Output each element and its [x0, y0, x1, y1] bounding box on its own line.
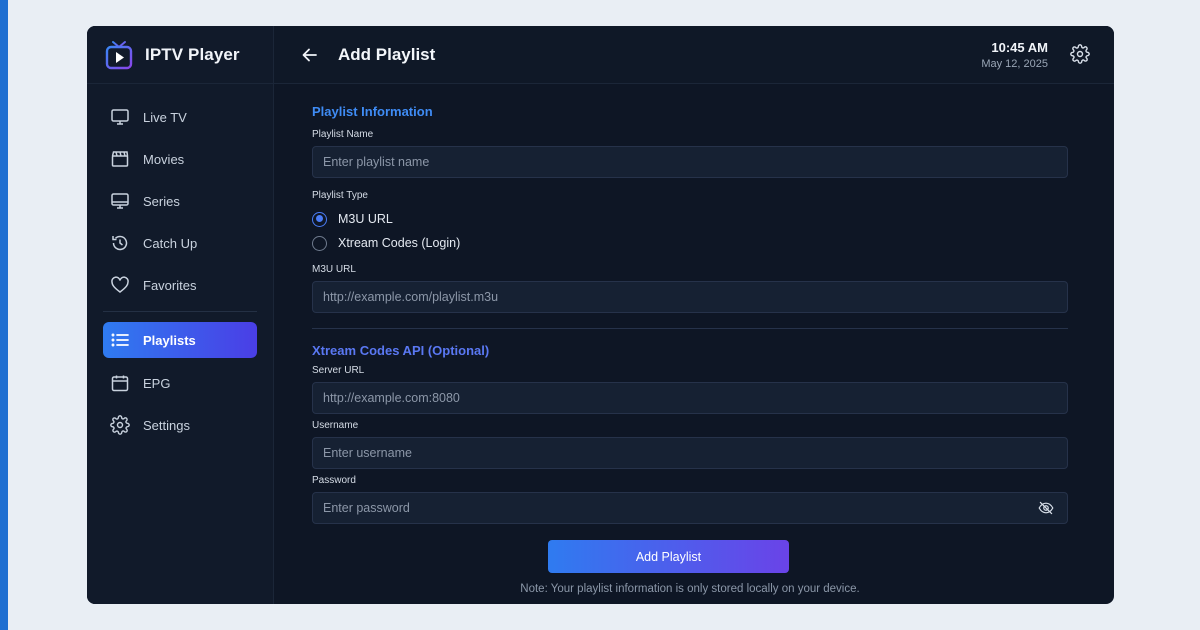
- radio-option-m3u[interactable]: M3U URL: [312, 207, 1068, 231]
- password-input[interactable]: [312, 492, 1068, 524]
- history-icon: [112, 235, 128, 251]
- server-url-label: Server URL: [312, 365, 365, 376]
- radio-option-xtream[interactable]: Xtream Codes (Login): [312, 231, 1068, 255]
- calendar-icon: [111, 375, 129, 392]
- sidebar-item-series[interactable]: Series: [87, 180, 257, 222]
- tv-logo-icon: [105, 40, 133, 70]
- username-input[interactable]: [312, 437, 1068, 469]
- main-panel: Add Playlist 10:45 AM May 12, 2025 Playl…: [274, 26, 1114, 604]
- sidebar-item-movies[interactable]: Movies: [87, 138, 257, 180]
- nav-divider: [103, 311, 257, 312]
- sidebar-item-label: Playlists: [143, 332, 196, 348]
- radio-unchecked[interactable]: [312, 235, 327, 251]
- clock-time: 10:45 AM: [991, 39, 1048, 55]
- sidebar-item-label: Live TV: [143, 109, 187, 125]
- list-icon: [111, 333, 129, 347]
- left-edge-strip: [0, 0, 8, 630]
- add-playlist-button[interactable]: Add Playlist: [548, 540, 789, 573]
- radio-label: M3U URL: [338, 212, 393, 226]
- eye-off-icon[interactable]: [1038, 500, 1054, 516]
- username-label: Username: [312, 420, 359, 431]
- section-title-xtream: Xtream Codes API (Optional): [312, 343, 490, 358]
- sidebar-item-live-tv[interactable]: Live TV: [87, 96, 257, 138]
- radio-checked[interactable]: [312, 211, 327, 227]
- sidebar-item-label: Movies: [143, 151, 185, 167]
- page-title: Add Playlist: [338, 44, 436, 64]
- sidebar-item-label: Catch Up: [143, 235, 198, 251]
- local-storage-note: Note: Your playlist information is only …: [520, 583, 860, 595]
- sidebar-item-label: Favorites: [143, 277, 197, 293]
- sidebar-item-catch-up[interactable]: Catch Up: [87, 222, 257, 264]
- m3u-url-input[interactable]: [312, 281, 1068, 313]
- top-bar-left: Add Playlist: [298, 43, 435, 67]
- app-title: IPTV Player: [145, 44, 240, 64]
- brand: IPTV Player: [87, 26, 273, 84]
- settings-gear-icon[interactable]: [1070, 43, 1092, 66]
- app-window: IPTV Player Live TV Movies Series Catch …: [87, 26, 1114, 604]
- sidebar-item-settings[interactable]: Settings: [87, 404, 257, 446]
- sidebar-nav: Live TV Movies Series Catch Up Favorites…: [87, 84, 273, 446]
- section-title-playlist-info: Playlist Information: [312, 104, 433, 119]
- sidebar-item-favorites[interactable]: Favorites: [87, 264, 257, 306]
- add-playlist-form: Playlist Information Playlist Name Playl…: [274, 84, 1114, 595]
- sidebar: IPTV Player Live TV Movies Series Catch …: [87, 26, 274, 604]
- heart-icon: [111, 276, 129, 293]
- playlist-type-label: Playlist Type: [312, 190, 368, 201]
- sidebar-item-epg[interactable]: EPG: [87, 362, 257, 404]
- section-divider: [312, 328, 1068, 329]
- server-url-input[interactable]: [312, 382, 1068, 414]
- sidebar-item-label: EPG: [143, 375, 171, 391]
- clock: 10:45 AM May 12, 2025: [981, 40, 1048, 70]
- tv-icon: [111, 109, 129, 125]
- monitor-icon: [111, 193, 129, 209]
- playlist-name-label: Playlist Name: [312, 129, 374, 140]
- clock-date: May 12, 2025: [981, 57, 1048, 70]
- m3u-url-label: M3U URL: [312, 264, 356, 275]
- password-label: Password: [312, 475, 356, 486]
- radio-label: Xtream Codes (Login): [338, 236, 461, 250]
- password-field: [312, 492, 1068, 524]
- back-arrow-icon[interactable]: [298, 43, 322, 67]
- top-bar: Add Playlist 10:45 AM May 12, 2025: [274, 26, 1114, 84]
- top-bar-right: 10:45 AM May 12, 2025: [981, 40, 1092, 70]
- gear-icon: [110, 415, 130, 435]
- playlist-name-input[interactable]: [312, 146, 1068, 178]
- sidebar-item-label: Series: [143, 193, 180, 209]
- clapperboard-icon: [111, 151, 129, 167]
- sidebar-item-label: Settings: [143, 417, 190, 433]
- sidebar-item-playlists[interactable]: Playlists: [103, 322, 257, 358]
